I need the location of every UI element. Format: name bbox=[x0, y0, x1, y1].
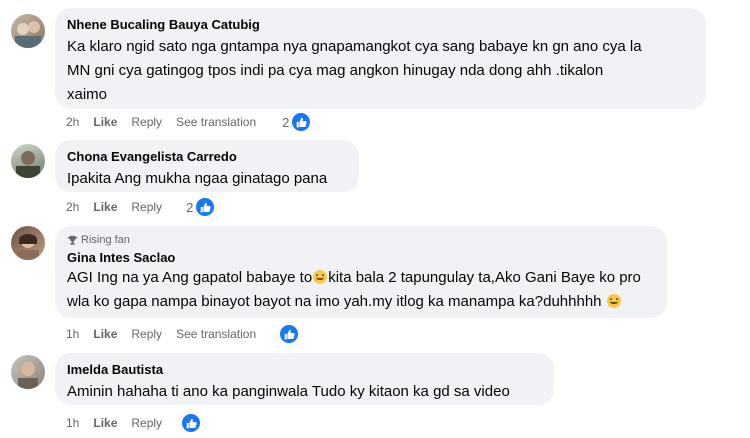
thumbs-up-icon bbox=[279, 324, 300, 344]
comment-text: AGI Ing na ya Ang gapatol babaye to kita … bbox=[67, 266, 655, 314]
reply-button[interactable]: Reply bbox=[131, 416, 162, 430]
avatar-photo-icon bbox=[15, 21, 41, 48]
comment-bubble: Nhene Bucaling Bauya Catubig Ka klaro ng… bbox=[55, 8, 706, 109]
avatar[interactable] bbox=[11, 144, 45, 178]
reaction-summary[interactable]: 2 bbox=[186, 197, 229, 217]
like-button[interactable]: Like bbox=[93, 327, 117, 341]
comment-actions: 2h Like Reply 2 bbox=[66, 197, 229, 217]
comment-text: Aminin hahaha ti ano ka panginwala Tudo … bbox=[67, 380, 542, 404]
comment-bubble: Chona Evangelista Carredo Ipakita Ang mu… bbox=[55, 140, 359, 192]
comment-time[interactable]: 2h bbox=[66, 115, 79, 129]
comment-text: Ipakita Ang mukha ngaa ginatago pana bbox=[67, 167, 347, 191]
reaction-count: 2 bbox=[282, 114, 290, 130]
comment-text-line: xaimo bbox=[67, 86, 108, 103]
see-translation-button[interactable]: See translation bbox=[176, 115, 256, 129]
trophy-icon bbox=[67, 235, 78, 245]
comment-text-line: Ka klaro ngid sato nga gntampa nya gnapa… bbox=[67, 38, 642, 55]
badge-label: Rising fan bbox=[81, 234, 130, 246]
comment-author[interactable]: Chona Evangelista Carredo bbox=[67, 148, 347, 165]
like-button[interactable]: Like bbox=[93, 200, 117, 214]
comment-time[interactable]: 1h bbox=[66, 327, 79, 341]
comment-text-segment: kita bala 2 tapungulay ta,Ako Gani Baye … bbox=[328, 269, 641, 286]
reply-button[interactable]: Reply bbox=[131, 115, 162, 129]
grinning-face-icon bbox=[313, 270, 328, 284]
comment-bubble: Imelda Bautista Aminin hahaha ti ano ka … bbox=[55, 353, 554, 405]
comment-author[interactable]: Nhene Bucaling Bauya Catubig bbox=[67, 16, 694, 33]
comment-actions: 2h Like Reply See translation 2 bbox=[66, 112, 325, 132]
comment-time[interactable]: 2h bbox=[66, 200, 79, 214]
reaction-summary[interactable] bbox=[278, 324, 313, 344]
like-button[interactable]: Like bbox=[93, 115, 117, 129]
grinning-face-icon bbox=[606, 294, 621, 308]
reaction-summary[interactable] bbox=[180, 413, 215, 433]
comment-author[interactable]: Gina Intes Saclao bbox=[67, 249, 655, 266]
avatar-photo-icon bbox=[17, 234, 39, 260]
avatar-photo-icon bbox=[18, 362, 38, 389]
thumbs-up-icon bbox=[195, 197, 216, 217]
comment-text-segment: wla ko gapa nampa binayot bayot na imo y… bbox=[67, 293, 602, 310]
reply-button[interactable]: Reply bbox=[131, 327, 162, 341]
avatar-photo-icon bbox=[16, 151, 40, 178]
comment-author[interactable]: Imelda Bautista bbox=[67, 361, 542, 378]
see-translation-button[interactable]: See translation bbox=[176, 327, 256, 341]
reaction-count: 2 bbox=[186, 199, 194, 215]
comment-text-line: Aminin hahaha ti ano ka panginwala Tudo … bbox=[67, 383, 510, 400]
reaction-summary[interactable]: 2 bbox=[282, 112, 325, 132]
comment-text-line: wla ko gapa nampa binayot bayot na imo y… bbox=[67, 290, 655, 314]
comment-actions: 1h Like Reply bbox=[66, 413, 215, 433]
thumbs-up-icon bbox=[291, 112, 312, 132]
comment-text-line: Ipakita Ang mukha ngaa ginatago pana bbox=[67, 170, 328, 187]
comment-text: Ka klaro ngid sato nga gntampa nya gnapa… bbox=[67, 35, 694, 107]
rising-fan-badge[interactable]: Rising fan bbox=[67, 234, 655, 247]
reply-button[interactable]: Reply bbox=[131, 200, 162, 214]
comment-actions: 1h Like Reply See translation bbox=[66, 324, 313, 344]
avatar[interactable] bbox=[11, 14, 45, 48]
comment-bubble: Rising fan Gina Intes Saclao AGI Ing na … bbox=[55, 226, 667, 318]
comment-text-line: AGI Ing na ya Ang gapatol babaye to kita … bbox=[67, 266, 655, 290]
comment-text-segment: AGI Ing na ya Ang gapatol babaye to bbox=[67, 269, 313, 286]
avatar[interactable] bbox=[11, 226, 45, 260]
comment-time[interactable]: 1h bbox=[66, 416, 79, 430]
like-button[interactable]: Like bbox=[93, 416, 117, 430]
comment-text-line: MN gni cya gatingog tpos indi pa cya mag… bbox=[67, 62, 604, 79]
avatar[interactable] bbox=[11, 355, 45, 389]
thumbs-up-icon bbox=[181, 413, 202, 433]
